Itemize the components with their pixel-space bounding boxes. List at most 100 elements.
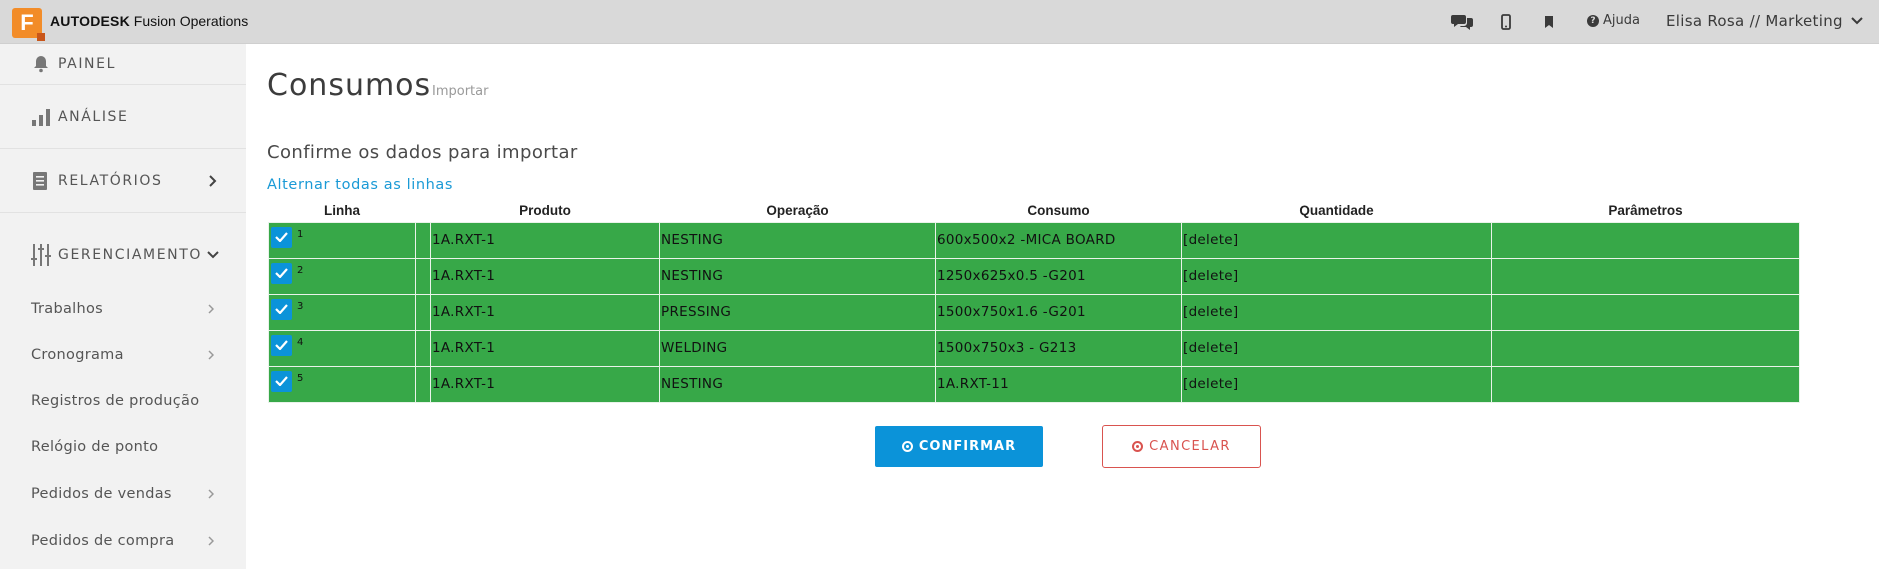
page-title: Consumos xyxy=(267,68,432,103)
cell-quantidade: [delete] xyxy=(1181,365,1492,403)
cancel-button[interactable]: CANCELAR xyxy=(1102,425,1261,468)
col-header-quantidade: Quantidade xyxy=(1299,202,1374,218)
bookmark-icon[interactable] xyxy=(1537,11,1561,33)
cell-produto: 1A.RXT-1 xyxy=(430,329,660,367)
row-number: 5 xyxy=(297,372,304,384)
sidebar-subitem-pedidos-compra[interactable]: Pedidos de compra xyxy=(0,518,246,564)
table-row[interactable]: 1 1A.RXT-1 NESTING 600x500x2 -MICA BOARD… xyxy=(268,221,1800,259)
row-checkbox[interactable] xyxy=(271,334,292,356)
sidebar-item-label: GERENCIAMENTO xyxy=(58,246,202,263)
check-icon xyxy=(275,304,288,314)
sidebar: PAINEL ANÁLISE RELATÓRIOS GERENCIAMENTO … xyxy=(0,44,246,569)
page-subtitle: Importar xyxy=(432,84,489,99)
row-spacer-cell xyxy=(415,365,431,403)
cell-parametros xyxy=(1491,365,1800,403)
cell-produto: 1A.RXT-1 xyxy=(430,257,660,295)
sidebar-item-label: ANÁLISE xyxy=(58,108,129,125)
cell-produto: 1A.RXT-1 xyxy=(430,365,660,403)
table-row[interactable]: 3 1A.RXT-1 PRESSING 1500x750x1.6 -G201 [… xyxy=(268,293,1800,331)
user-label: Elisa Rosa // Marketing xyxy=(1666,12,1843,30)
table-header: Linha Produto Operação Consumo Quantidad… xyxy=(269,199,1800,222)
sidebar-subitem-pedidos-vendas[interactable]: Pedidos de vendas xyxy=(0,471,246,517)
chat-icon[interactable] xyxy=(1451,11,1475,33)
row-spacer-cell xyxy=(415,293,431,331)
check-icon xyxy=(275,232,288,242)
row-select-cell: 4 xyxy=(268,329,416,367)
row-select-cell: 2 xyxy=(268,257,416,295)
table-row[interactable]: 2 1A.RXT-1 NESTING 1250x625x0.5 -G201 [d… xyxy=(268,257,1800,295)
sidebar-subitem-relogio-ponto[interactable]: Relógio de ponto xyxy=(0,424,246,470)
row-number: 4 xyxy=(297,336,304,348)
row-checkbox[interactable] xyxy=(271,298,292,320)
sidebar-subitem-label: Pedidos de vendas xyxy=(31,486,172,502)
chevron-right-icon xyxy=(206,488,216,500)
cell-produto: 1A.RXT-1 xyxy=(430,293,660,331)
check-icon xyxy=(275,376,288,386)
cell-consumo: 1A.RXT-11 xyxy=(935,365,1182,403)
cell-consumo: 600x500x2 -MICA BOARD xyxy=(935,221,1182,259)
row-checkbox[interactable] xyxy=(271,370,292,392)
cell-produto: 1A.RXT-1 xyxy=(430,221,660,259)
help-link[interactable]: ? Ajuda xyxy=(1587,13,1640,28)
cell-quantidade: [delete] xyxy=(1181,329,1492,367)
cell-quantidade: [delete] xyxy=(1181,293,1492,331)
confirm-button[interactable]: CONFIRMAR xyxy=(875,426,1043,467)
sidebar-subitem-label: Cronograma xyxy=(31,347,124,363)
row-number: 2 xyxy=(297,264,304,276)
check-icon xyxy=(275,268,288,278)
cell-operacao: PRESSING xyxy=(659,293,936,331)
row-spacer-cell xyxy=(415,329,431,367)
chevron-down-icon xyxy=(1851,17,1863,25)
brand-strong: AUTODESK xyxy=(50,13,130,29)
row-spacer-cell xyxy=(415,221,431,259)
sidebar-subitem-cronograma[interactable]: Cronograma xyxy=(0,332,246,378)
sidebar-subitem-label: Relógio de ponto xyxy=(31,439,159,455)
cell-parametros xyxy=(1491,329,1800,367)
cell-operacao: NESTING xyxy=(659,257,936,295)
cell-operacao: WELDING xyxy=(659,329,936,367)
circle-dot-icon xyxy=(901,441,913,452)
mobile-icon[interactable] xyxy=(1494,11,1518,33)
sidebar-subitem-trabalhos[interactable]: Trabalhos xyxy=(0,286,246,332)
cancel-label: CANCELAR xyxy=(1149,439,1231,454)
sidebar-item-label: PAINEL xyxy=(58,56,116,72)
sidebar-subitem-label: Registros de produção xyxy=(31,393,200,409)
sliders-icon xyxy=(30,243,52,266)
cell-quantidade: [delete] xyxy=(1181,221,1492,259)
sidebar-subitem-label: Pedidos de compra xyxy=(31,533,175,549)
chevron-right-icon xyxy=(206,349,216,361)
question-icon: ? xyxy=(1587,14,1599,27)
sidebar-item-analise[interactable]: ANÁLISE xyxy=(0,84,246,148)
bar-chart-icon xyxy=(30,106,52,128)
report-icon xyxy=(30,170,52,192)
row-select-cell: 5 xyxy=(268,365,416,403)
table-row[interactable]: 4 1A.RXT-1 WELDING 1500x750x3 - G213 [de… xyxy=(268,329,1800,367)
cell-parametros xyxy=(1491,221,1800,259)
brand-name: AUTODESK Fusion Operations xyxy=(50,13,248,29)
col-header-parametros: Parâmetros xyxy=(1608,202,1683,218)
col-header-produto: Produto xyxy=(519,202,571,218)
cell-parametros xyxy=(1491,293,1800,331)
sidebar-item-gerenciamento[interactable]: GERENCIAMENTO xyxy=(0,212,246,296)
sidebar-item-painel[interactable]: PAINEL xyxy=(0,44,246,84)
bell-icon xyxy=(30,53,52,75)
sidebar-item-relatorios[interactable]: RELATÓRIOS xyxy=(0,148,246,212)
row-checkbox[interactable] xyxy=(271,262,292,284)
cell-consumo: 1500x750x3 - G213 xyxy=(935,329,1182,367)
cell-consumo: 1500x750x1.6 -G201 xyxy=(935,293,1182,331)
sidebar-subitem-registros-producao[interactable]: Registros de produção xyxy=(0,378,246,424)
row-number: 3 xyxy=(297,300,304,312)
row-checkbox[interactable] xyxy=(271,226,292,248)
confirm-label: CONFIRMAR xyxy=(918,439,1017,454)
toggle-all-rows-link[interactable]: Alternar todas as linhas xyxy=(267,177,453,193)
table-row[interactable]: 5 1A.RXT-1 NESTING 1A.RXT-11 [delete] xyxy=(268,365,1800,403)
row-number: 1 xyxy=(297,228,304,240)
col-header-operacao: Operação xyxy=(766,202,829,218)
sidebar-item-label: RELATÓRIOS xyxy=(58,172,163,189)
fusion-logo[interactable]: F xyxy=(12,8,45,41)
cell-quantidade: [delete] xyxy=(1181,257,1492,295)
circle-dot-icon xyxy=(1132,441,1144,452)
row-select-cell: 1 xyxy=(268,221,416,259)
user-menu[interactable]: Elisa Rosa // Marketing xyxy=(1666,12,1863,30)
col-header-linha: Linha xyxy=(324,202,360,218)
